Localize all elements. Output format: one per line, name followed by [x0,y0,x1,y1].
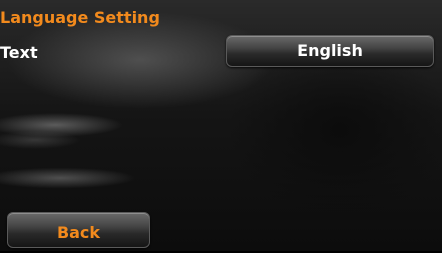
text-setting-label: Text [0,43,38,62]
page-title: Language Setting [0,8,160,27]
back-button[interactable]: Back [7,212,150,248]
language-select-button[interactable]: English [226,35,434,67]
